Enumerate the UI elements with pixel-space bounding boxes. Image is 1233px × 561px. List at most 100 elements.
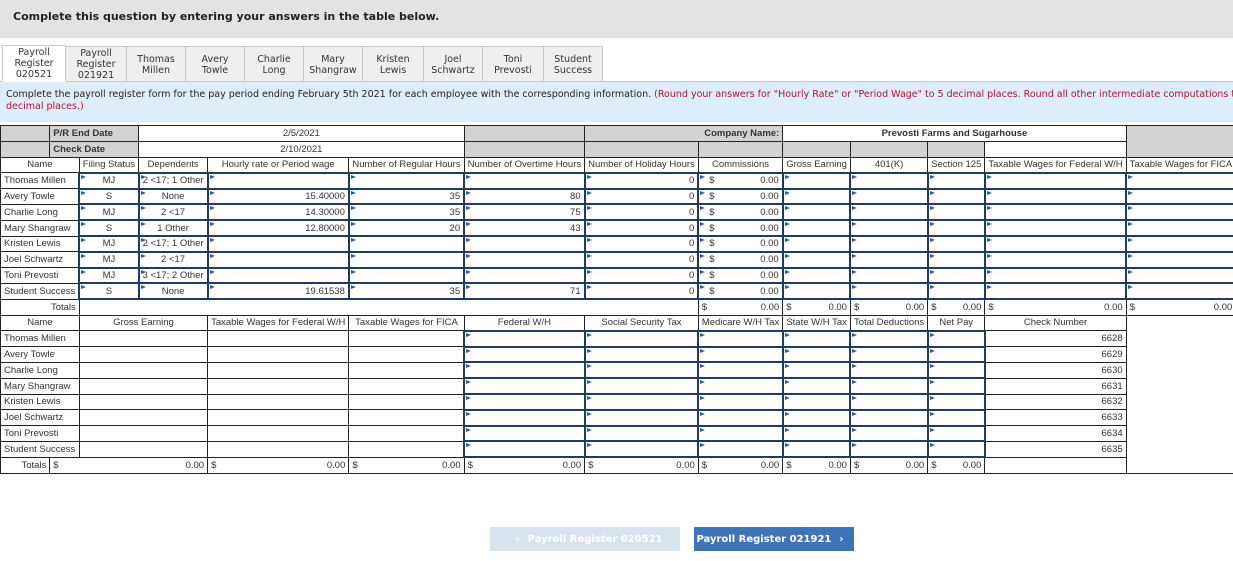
taxable-fica-input[interactable]: [1125, 171, 1233, 190]
total-deductions-input[interactable]: [849, 377, 929, 396]
overtime-hours-input[interactable]: 75: [463, 203, 586, 222]
net-pay-input[interactable]: [926, 377, 986, 396]
filing-status-input[interactable]: S: [78, 282, 140, 301]
state-wh-input[interactable]: [781, 329, 852, 348]
net-pay-input[interactable]: [926, 393, 986, 411]
regular-hours-input[interactable]: [347, 235, 466, 253]
dependents-input[interactable]: 2 <17: [137, 250, 209, 269]
total-deductions-input[interactable]: [849, 393, 929, 411]
federal-wh-input[interactable]: [463, 361, 586, 380]
medicare-input[interactable]: [697, 408, 784, 427]
401k-input[interactable]: [849, 250, 929, 269]
overtime-hours-input[interactable]: 71: [463, 282, 586, 301]
401k-input[interactable]: [849, 187, 929, 206]
holiday-hours-input[interactable]: 0: [583, 203, 700, 222]
state-wh-input[interactable]: [781, 393, 852, 411]
total-deductions-input[interactable]: [849, 345, 929, 364]
regular-hours-input[interactable]: [347, 250, 466, 269]
commissions-input[interactable]: $0.00: [697, 203, 784, 222]
tab-charlie-long[interactable]: Charlie Long: [244, 46, 304, 82]
gross-earning-input[interactable]: [781, 219, 852, 238]
medicare-input[interactable]: [697, 424, 784, 443]
taxable-federal-input[interactable]: [983, 187, 1128, 206]
holiday-hours-input[interactable]: 0: [583, 282, 700, 301]
overtime-hours-input[interactable]: [463, 266, 586, 285]
overtime-hours-input[interactable]: [463, 250, 586, 269]
rate-input[interactable]: [206, 171, 350, 190]
social-security-input[interactable]: [583, 440, 700, 459]
rate-input[interactable]: [206, 266, 350, 285]
dependents-input[interactable]: None: [137, 282, 209, 301]
medicare-input[interactable]: [697, 329, 784, 348]
tab-payroll-register-020521[interactable]: Payroll Register 020521: [2, 45, 66, 82]
commissions-input[interactable]: $0.00: [697, 219, 784, 238]
tab-avery-towle[interactable]: Avery Towle: [185, 46, 245, 82]
commissions-input[interactable]: $0.00: [697, 250, 784, 269]
gross-earning-input[interactable]: [781, 171, 852, 190]
medicare-input[interactable]: [697, 361, 784, 380]
taxable-fica-input[interactable]: [1125, 187, 1233, 206]
tab-thomas-millen[interactable]: Thomas Millen: [126, 46, 186, 82]
state-wh-input[interactable]: [781, 440, 852, 459]
federal-wh-input[interactable]: [463, 329, 586, 348]
taxable-federal-input[interactable]: [983, 250, 1128, 269]
regular-hours-input[interactable]: [347, 171, 466, 190]
tab-joel-schwartz[interactable]: Joel Schwartz: [423, 46, 483, 82]
taxable-federal-input[interactable]: [983, 171, 1128, 190]
dependents-input[interactable]: 1 Other: [137, 219, 209, 238]
section-125-input[interactable]: [926, 250, 986, 269]
holiday-hours-input[interactable]: 0: [583, 250, 700, 269]
401k-input[interactable]: [849, 219, 929, 238]
filing-status-input[interactable]: MJ: [78, 266, 140, 285]
medicare-input[interactable]: [697, 345, 784, 364]
gross-earning-input[interactable]: [781, 187, 852, 206]
net-pay-input[interactable]: [926, 424, 986, 443]
commissions-input[interactable]: $0.00: [697, 235, 784, 253]
taxable-fica-input[interactable]: [1125, 266, 1233, 285]
section-125-input[interactable]: [926, 282, 986, 301]
holiday-hours-input[interactable]: 0: [583, 266, 700, 285]
holiday-hours-input[interactable]: 0: [583, 187, 700, 206]
dependents-input[interactable]: 3 <17; 2 Other: [137, 266, 209, 285]
401k-input[interactable]: [849, 282, 929, 301]
regular-hours-input[interactable]: 20: [347, 219, 466, 238]
federal-wh-input[interactable]: [463, 440, 586, 459]
regular-hours-input[interactable]: 35: [347, 187, 466, 206]
overtime-hours-input[interactable]: 43: [463, 219, 586, 238]
social-security-input[interactable]: [583, 361, 700, 380]
section-125-input[interactable]: [926, 171, 986, 190]
social-security-input[interactable]: [583, 377, 700, 396]
taxable-federal-input[interactable]: [983, 219, 1128, 238]
social-security-input[interactable]: [583, 393, 700, 411]
dependents-input[interactable]: 2 <17: [137, 203, 209, 222]
commissions-input[interactable]: $0.00: [697, 187, 784, 206]
taxable-federal-input[interactable]: [983, 266, 1128, 285]
filing-status-input[interactable]: MJ: [78, 203, 140, 222]
401k-input[interactable]: [849, 266, 929, 285]
commissions-input[interactable]: $0.00: [697, 266, 784, 285]
gross-earning-input[interactable]: [781, 203, 852, 222]
net-pay-input[interactable]: [926, 408, 986, 427]
gross-earning-input[interactable]: [781, 282, 852, 301]
section-125-input[interactable]: [926, 203, 986, 222]
taxable-fica-input[interactable]: [1125, 235, 1233, 253]
state-wh-input[interactable]: [781, 345, 852, 364]
gross-earning-input[interactable]: [781, 266, 852, 285]
total-deductions-input[interactable]: [849, 361, 929, 380]
dependents-input[interactable]: None: [137, 187, 209, 206]
401k-input[interactable]: [849, 171, 929, 190]
holiday-hours-input[interactable]: 0: [583, 219, 700, 238]
federal-wh-input[interactable]: [463, 377, 586, 396]
taxable-fica-input[interactable]: [1125, 250, 1233, 269]
medicare-input[interactable]: [697, 377, 784, 396]
regular-hours-input[interactable]: [347, 266, 466, 285]
filing-status-input[interactable]: MJ: [78, 171, 140, 190]
state-wh-input[interactable]: [781, 424, 852, 443]
rate-input[interactable]: 15.40000: [206, 187, 350, 206]
total-deductions-input[interactable]: [849, 424, 929, 443]
rate-input[interactable]: 12.80000: [206, 219, 350, 238]
filing-status-input[interactable]: MJ: [78, 250, 140, 269]
401k-input[interactable]: [849, 235, 929, 253]
tab-payroll-register-021921[interactable]: Payroll Register 021921: [65, 46, 127, 82]
state-wh-input[interactable]: [781, 408, 852, 427]
